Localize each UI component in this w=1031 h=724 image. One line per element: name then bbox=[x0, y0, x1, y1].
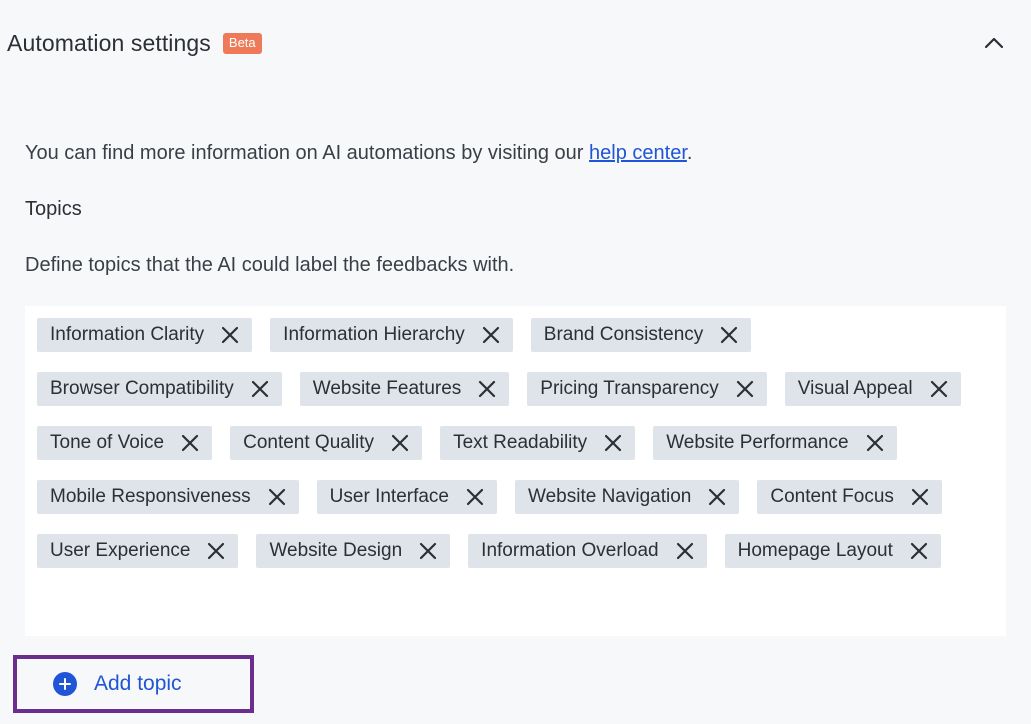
topics-container: Information Clarity Information Hierarchy… bbox=[25, 306, 1006, 636]
close-icon bbox=[676, 542, 693, 560]
remove-topic-button[interactable] bbox=[865, 433, 885, 453]
info-text: You can find more information on AI auto… bbox=[25, 142, 693, 164]
topic-chip-label: Website Design bbox=[269, 540, 403, 561]
topic-chip-label: Visual Appeal bbox=[797, 378, 913, 399]
close-icon bbox=[911, 488, 929, 506]
topics-list: Information Clarity Information Hierarchy… bbox=[37, 318, 994, 568]
close-icon bbox=[466, 488, 484, 506]
topic-chip: Visual Appeal bbox=[784, 372, 961, 406]
close-icon bbox=[482, 326, 499, 344]
topic-chip: Information Hierarchy bbox=[270, 318, 513, 352]
close-icon bbox=[268, 488, 285, 506]
automation-settings-panel: Automation settings Beta You can find mo… bbox=[0, 0, 1031, 724]
topic-chip: Website Design bbox=[256, 534, 451, 568]
topic-chip-label: Content Quality bbox=[243, 432, 375, 453]
plus-circle-icon bbox=[53, 672, 77, 696]
topic-chip-label: Text Readability bbox=[453, 432, 588, 453]
close-icon bbox=[251, 380, 268, 398]
topic-chip-label: Brand Consistency bbox=[543, 324, 704, 345]
remove-topic-button[interactable] bbox=[267, 487, 287, 507]
close-icon bbox=[391, 434, 409, 452]
topic-chip: Text Readability bbox=[440, 426, 636, 460]
remove-topic-button[interactable] bbox=[418, 541, 438, 561]
topic-chip: Mobile Responsiveness bbox=[37, 480, 299, 514]
remove-topic-button[interactable] bbox=[910, 487, 930, 507]
add-topic-label: Add topic bbox=[94, 672, 182, 695]
close-icon bbox=[479, 380, 496, 398]
beta-badge: Beta bbox=[222, 32, 262, 54]
remove-topic-button[interactable] bbox=[465, 487, 485, 507]
topic-chip-label: Website Features bbox=[312, 378, 462, 399]
topic-chip-label: Content Focus bbox=[770, 486, 894, 507]
topic-chip-label: Mobile Responsiveness bbox=[50, 486, 251, 507]
topic-chip-label: User Experience bbox=[50, 540, 191, 561]
topic-chip: Tone of Voice bbox=[37, 426, 213, 460]
remove-topic-button[interactable] bbox=[180, 433, 200, 453]
remove-topic-button[interactable] bbox=[603, 433, 623, 453]
close-icon bbox=[208, 542, 225, 560]
topic-chip: Content Quality bbox=[230, 426, 423, 460]
close-icon bbox=[721, 326, 738, 344]
topic-chip: Content Focus bbox=[757, 480, 942, 514]
remove-topic-button[interactable] bbox=[250, 379, 270, 399]
collapse-button[interactable] bbox=[981, 30, 1007, 56]
remove-topic-button[interactable] bbox=[675, 541, 695, 561]
topic-chip: Information Overload bbox=[468, 534, 707, 568]
topic-chip-label: Information Clarity bbox=[50, 324, 205, 345]
remove-topic-button[interactable] bbox=[707, 487, 727, 507]
topic-chip: Pricing Transparency bbox=[527, 372, 767, 406]
remove-topic-button[interactable] bbox=[477, 379, 497, 399]
topic-chip: Website Navigation bbox=[515, 480, 740, 514]
topic-chip: Website Features bbox=[299, 372, 510, 406]
topic-chip: Website Performance bbox=[653, 426, 897, 460]
topic-chip-label: Homepage Layout bbox=[737, 540, 893, 561]
topic-chip: User Experience bbox=[37, 534, 239, 568]
topic-chip: Information Clarity bbox=[37, 318, 253, 352]
topic-chip-label: Information Hierarchy bbox=[283, 324, 465, 345]
remove-topic-button[interactable] bbox=[929, 379, 949, 399]
close-icon bbox=[736, 380, 753, 398]
add-topic-button[interactable]: Add topic bbox=[13, 655, 254, 713]
remove-topic-button[interactable] bbox=[206, 541, 226, 561]
page-title: Automation settings bbox=[7, 29, 211, 56]
topics-description: Define topics that the AI could label th… bbox=[25, 254, 515, 276]
chevron-up-icon bbox=[984, 37, 1004, 49]
panel-header[interactable]: Automation settings Beta bbox=[7, 26, 1031, 60]
topic-chip-label: Information Overload bbox=[481, 540, 659, 561]
remove-topic-button[interactable] bbox=[735, 379, 755, 399]
topic-chip: User Interface bbox=[316, 480, 497, 514]
topics-heading: Topics bbox=[25, 198, 82, 220]
remove-topic-button[interactable] bbox=[719, 325, 739, 345]
close-icon bbox=[181, 434, 199, 452]
close-icon bbox=[866, 434, 883, 452]
close-icon bbox=[605, 434, 622, 452]
topic-chip: Homepage Layout bbox=[724, 534, 941, 568]
topic-chip-label: Browser Compatibility bbox=[50, 378, 234, 399]
topic-chip-label: Tone of Voice bbox=[50, 432, 165, 453]
remove-topic-button[interactable] bbox=[220, 325, 240, 345]
close-icon bbox=[910, 542, 927, 560]
topic-chip-label: Website Performance bbox=[666, 432, 849, 453]
close-icon bbox=[709, 488, 726, 506]
close-icon bbox=[930, 380, 947, 398]
topic-chip-label: User Interface bbox=[329, 486, 449, 507]
close-icon bbox=[222, 326, 239, 344]
close-icon bbox=[420, 542, 437, 560]
remove-topic-button[interactable] bbox=[909, 541, 929, 561]
remove-topic-button[interactable] bbox=[481, 325, 501, 345]
topic-chip-label: Pricing Transparency bbox=[540, 378, 719, 399]
topic-chip: Browser Compatibility bbox=[37, 372, 282, 406]
topic-chip-label: Website Navigation bbox=[528, 486, 692, 507]
topic-chip: Brand Consistency bbox=[530, 318, 752, 352]
remove-topic-button[interactable] bbox=[390, 433, 410, 453]
help-center-link[interactable]: help center bbox=[589, 142, 687, 164]
